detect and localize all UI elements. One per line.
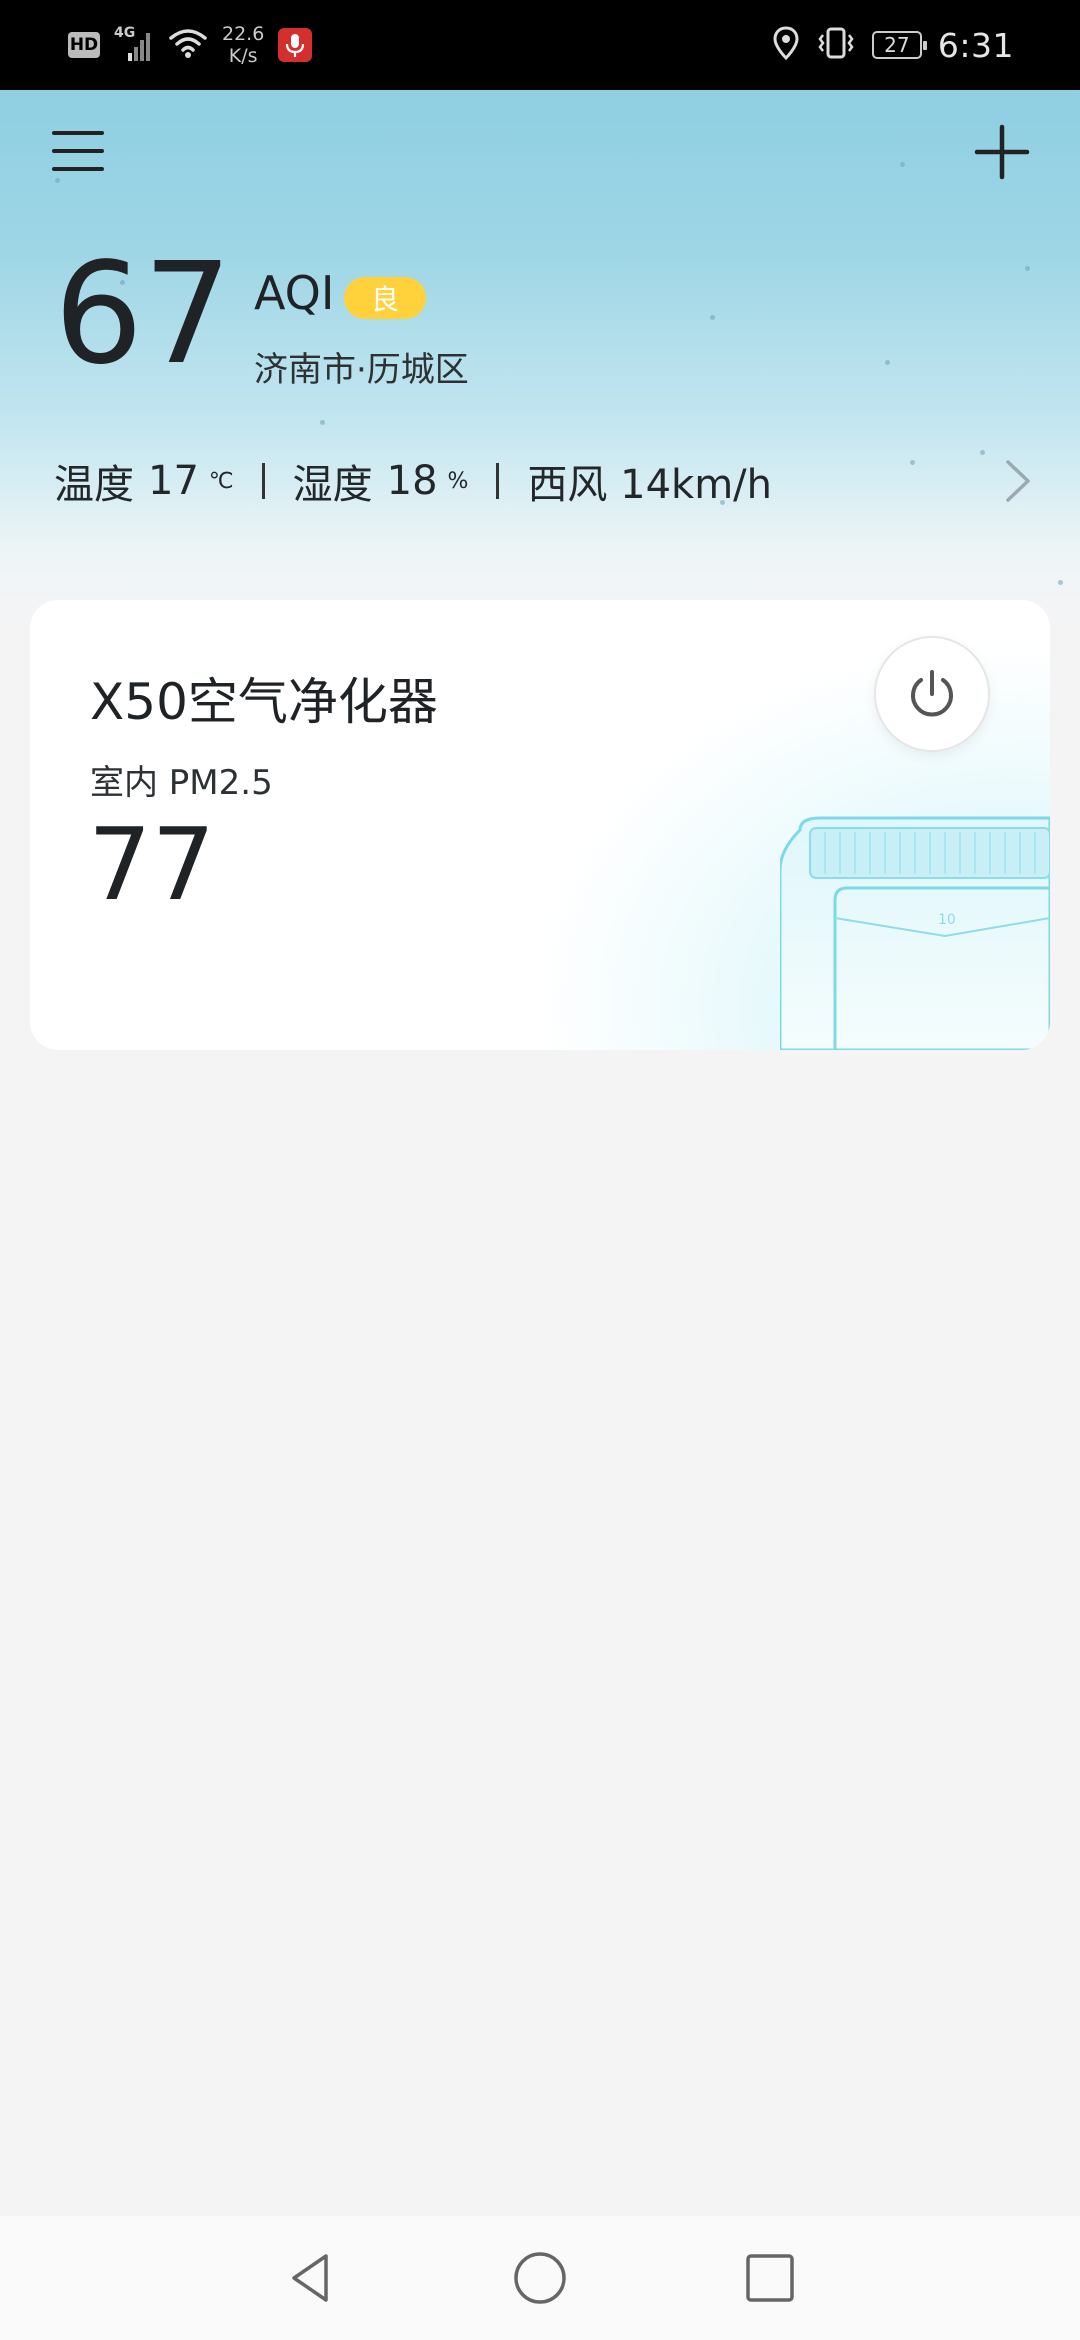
location-icon (772, 26, 800, 64)
particle-dot (1058, 580, 1063, 585)
status-bar-left: HD 4G 22.6 K/s (68, 0, 313, 90)
battery-level: 27 (884, 33, 910, 57)
signal-icon: 4G (114, 25, 154, 65)
device-name: X50空气净化器 (90, 673, 438, 731)
particle-dot (1025, 266, 1030, 271)
status-bar-right: 27 6:31 (772, 0, 1014, 90)
back-icon[interactable] (282, 2250, 338, 2306)
particle-dot (980, 450, 985, 455)
device-card[interactable]: 10 X50空气净化器 室内 PM2.5 77 (30, 600, 1050, 1050)
menu-icon[interactable] (52, 128, 104, 174)
particle-dot (710, 315, 715, 320)
location-label: 济南市·历城区 (254, 350, 469, 390)
particle-dot (55, 178, 60, 183)
divider (496, 463, 500, 499)
clock: 6:31 (937, 25, 1014, 65)
pm25-label: 室内 PM2.5 (90, 763, 273, 803)
mic-icon (278, 28, 313, 62)
humidity-label: 湿度 (292, 462, 373, 508)
humidity-value: 18 (386, 458, 438, 504)
speed-unit: K/s (228, 45, 258, 67)
humidity-unit: % (447, 468, 469, 494)
status-bar: HD 4G 22.6 K/s 27 6:31 (0, 0, 1080, 90)
wifi-icon (168, 26, 208, 64)
weather-header: 67 AQI 良 济南市·历城区 温度 17 ℃ 湿度 18 % 西风 14km… (0, 90, 1080, 630)
aqi-value: 67 (54, 233, 233, 396)
recents-icon[interactable] (742, 2250, 798, 2306)
divider (261, 463, 265, 499)
wind-info: 西风 14km/h (527, 462, 773, 508)
power-icon (911, 670, 953, 717)
particle-dot (900, 162, 905, 167)
pm25-value: 77 (88, 806, 216, 923)
home-icon[interactable] (512, 2250, 568, 2306)
particle-dot (320, 420, 325, 425)
hd-indicator: HD (68, 32, 100, 58)
aqi-label: AQI (254, 266, 335, 320)
add-icon[interactable] (974, 124, 1030, 180)
weather-details: 温度 17 ℃ 湿度 18 % 西风 14km/h (54, 452, 772, 510)
air-purifier-illustration: 10 (780, 816, 1050, 1050)
aqi-level-badge: 良 (344, 277, 426, 319)
vibrate-icon (816, 26, 856, 64)
temperature-value: 17 (148, 458, 199, 504)
chevron-right-icon[interactable] (998, 456, 1038, 506)
temperature-unit: ℃ (208, 468, 234, 494)
particle-dot (885, 360, 890, 365)
navigation-bar (0, 2216, 1080, 2340)
temperature-label: 温度 (54, 462, 134, 508)
speed-value: 22.6 (222, 23, 265, 45)
network-type: 4G (114, 25, 136, 41)
battery-icon: 27 (871, 31, 927, 59)
network-speed: 22.6 K/s (222, 23, 264, 67)
power-button[interactable] (874, 636, 990, 752)
svg-text:10: 10 (938, 912, 956, 928)
particle-dot (910, 460, 915, 465)
